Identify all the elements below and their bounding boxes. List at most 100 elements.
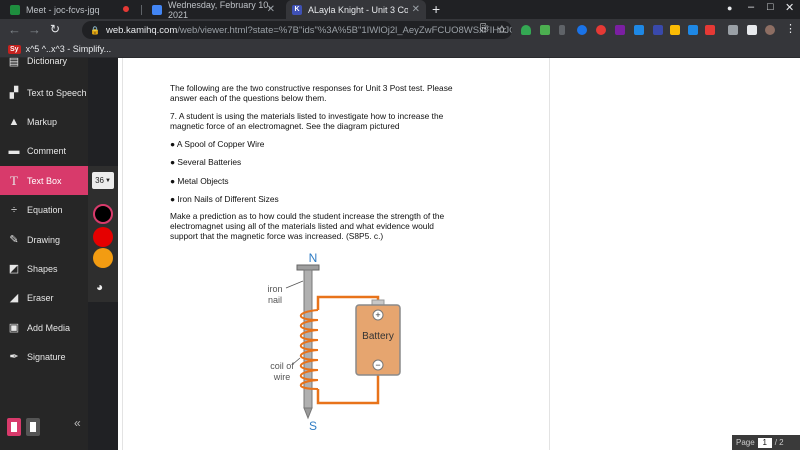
highlighter-icon: ▲ — [8, 115, 20, 128]
tab-calendar[interactable]: Wednesday, February 10, 2021 ✕ — [146, 0, 281, 20]
extension-icon[interactable] — [596, 25, 606, 35]
page-label: Page — [736, 438, 755, 447]
speaker-icon: ▞ — [9, 87, 19, 99]
sidebar-item-signature[interactable]: ✒ Signature — [0, 342, 88, 371]
tab-title: Meet - joc-fcvs-jgq — [26, 4, 100, 15]
lock-icon: 🔒 — [90, 25, 100, 35]
menu-icon[interactable]: ⋮ — [785, 22, 796, 35]
tab-title: ALayla Knight - Unit 3 Constructi — [308, 4, 408, 15]
new-tab-button[interactable]: + — [432, 1, 440, 17]
extension-icon[interactable] — [577, 25, 587, 35]
extension-icon[interactable] — [728, 25, 738, 35]
address-host: web.kamihq.com — [105, 24, 178, 36]
layout-split-button[interactable] — [26, 418, 40, 436]
sidebar-item-add-media[interactable]: ▣ Add Media — [0, 313, 88, 342]
restore-button[interactable]: □ — [767, 1, 774, 13]
drive-icon[interactable] — [670, 25, 680, 35]
sidebar-item-comment[interactable]: ▬ Comment — [0, 136, 88, 165]
material-item: ● Several Batteries — [170, 157, 242, 167]
comment-icon: ▬ — [8, 144, 20, 157]
material-item: ● Metal Objects — [170, 176, 229, 186]
minus-sign: − — [375, 360, 380, 370]
color-swatch-red[interactable] — [93, 227, 113, 247]
extension-icon[interactable] — [559, 25, 565, 35]
sidebar-item-drawing[interactable]: ✎ Drawing — [0, 225, 88, 254]
address-bar[interactable]: 🔒 web.kamihq.com /web/viewer.html?state=… — [82, 21, 512, 39]
extension-icon[interactable] — [634, 25, 644, 35]
puzzle-icon[interactable] — [747, 25, 757, 35]
extension-icon[interactable] — [688, 25, 698, 35]
sidebar-item-equation[interactable]: ÷ Equation — [0, 195, 88, 224]
media-icon: ▣ — [8, 322, 20, 334]
pen-icon: ✎ — [9, 234, 19, 246]
install-icon[interactable]: ⎘ — [480, 23, 488, 34]
sidebar-item-label: Add Media — [27, 322, 71, 333]
page-icon — [11, 422, 17, 432]
material-item: ● A Spool of Copper Wire — [170, 139, 265, 149]
tab-meet[interactable]: Meet - joc-fcvs-jgq — [4, 0, 139, 19]
sidebar-item-shapes[interactable]: ◩ Shapes — [0, 254, 88, 283]
kami-icon: K — [292, 4, 302, 15]
page-number-input[interactable]: 1 — [757, 437, 772, 448]
back-button[interactable]: ← — [8, 22, 21, 37]
extension-icon[interactable] — [705, 25, 715, 35]
tab-strip: Meet - joc-fcvs-jgq Wednesday, February … — [0, 0, 800, 20]
north-pole-label: N — [309, 251, 318, 265]
sidebar-item-markup[interactable]: ▲ Markup — [0, 107, 88, 136]
color-swatch-orange[interactable] — [93, 248, 113, 268]
page-total: / 2 — [774, 438, 784, 447]
kami-sidebar: ▤ Dictionary ▞ Text to Speech ▲ Markup ▬… — [0, 56, 88, 450]
recording-icon — [123, 6, 129, 12]
book-icon: ▤ — [8, 55, 20, 68]
bookmarks-bar: Sy x^5 ^..x^3 - Simplify... — [0, 41, 800, 58]
shield-extension-icon[interactable] — [521, 25, 531, 35]
calendar-icon — [152, 4, 162, 15]
close-icon[interactable]: ✕ — [412, 4, 420, 15]
sidebar-item-label: Eraser — [27, 292, 54, 303]
sidebar-item-label: Comment — [27, 145, 67, 156]
sidebar-item-dictionary[interactable]: ▤ Dictionary — [0, 50, 88, 72]
extension-icon[interactable] — [653, 25, 663, 35]
address-path: /web/viewer.html?state=%7B"ids"%3A%5B"1I… — [177, 24, 512, 36]
question-text: 7. A student is using the materials list… — [170, 111, 444, 131]
material-item: ● Iron Nails of Different Sizes — [170, 194, 279, 204]
extension-icon[interactable] — [540, 25, 550, 35]
profile-icon[interactable]: ● — [727, 3, 732, 13]
color-swatch-black[interactable] — [93, 204, 113, 224]
sidebar-item-label: Dictionary — [27, 56, 68, 66]
sidebar-item-eraser[interactable]: ◢ Eraser — [0, 283, 88, 312]
nail-tip — [303, 407, 313, 420]
signature-icon: ✒ — [9, 351, 19, 363]
tab-kami[interactable]: K ALayla Knight - Unit 3 Constructi ✕ — [286, 0, 426, 19]
sidebar-item-label: Markup — [27, 116, 58, 127]
star-icon[interactable]: ☆ — [497, 23, 507, 36]
iron-nail-label: iron — [267, 284, 282, 294]
sidebar-item-text-box[interactable]: T Text Box — [0, 166, 88, 195]
sidebar-item-label: Equation — [27, 204, 63, 215]
font-size-value: 36 — [95, 176, 104, 185]
close-icon[interactable]: ✕ — [267, 4, 275, 15]
leader-line — [292, 357, 301, 365]
sidebar-item-label: Text to Speech — [27, 87, 87, 98]
reload-button[interactable]: ↻ — [50, 22, 60, 36]
color-palette-icon[interactable]: ◕ — [96, 280, 103, 294]
page-icon — [30, 422, 36, 432]
minimize-button[interactable]: – — [748, 1, 754, 13]
sidebar-item-text-to-speech[interactable]: ▞ Text to Speech — [0, 78, 88, 107]
collapse-sidebar-button[interactable]: « — [74, 416, 81, 430]
leader-line — [285, 280, 304, 289]
font-size-select[interactable]: 36 ▼ — [92, 172, 114, 189]
tab-title: Wednesday, February 10, 2021 — [168, 0, 271, 20]
sidebar-item-label: Signature — [27, 351, 66, 362]
iron-nail-label: nail — [268, 295, 282, 305]
layout-single-button[interactable] — [7, 418, 21, 436]
battery-label: Battery — [362, 331, 394, 342]
forward-button[interactable]: → — [28, 22, 41, 37]
sidebar-item-label: Text Box — [27, 175, 62, 186]
browser-toolbar: ← → ↻ 🔒 web.kamihq.com /web/viewer.html?… — [0, 19, 800, 41]
prompt-text: Make a prediction as to how could the st… — [170, 211, 445, 241]
avatar[interactable] — [765, 25, 775, 35]
text-box-palette: 36 ▼ ◕ — [88, 166, 118, 302]
close-window-button[interactable]: ✕ — [785, 1, 794, 14]
extension-icon[interactable] — [615, 25, 625, 35]
